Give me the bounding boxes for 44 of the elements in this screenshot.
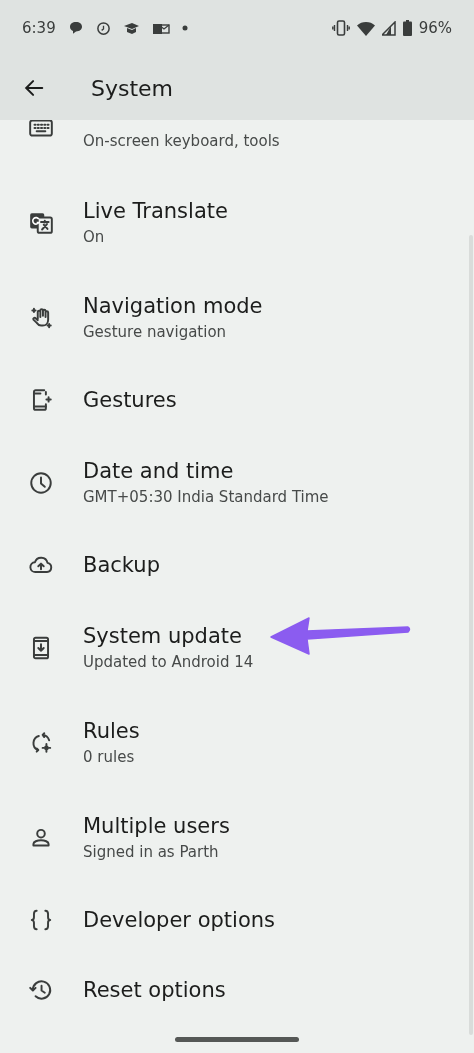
item-title: System update (83, 624, 243, 648)
clock-icon (95, 20, 111, 36)
graduation-cap-icon (122, 20, 140, 36)
item-subtitle: 0 rules (83, 748, 136, 766)
item-title: Multiple users (83, 814, 230, 838)
item-title: Reset options (83, 978, 226, 1002)
settings-item[interactable]: Multiple users Signed in as Parth (0, 790, 474, 885)
clock-time: 6:39 (22, 19, 56, 37)
item-subtitle: GMT+05:30 India Standard Time (83, 488, 329, 506)
vibrate-icon (331, 20, 350, 36)
item-subtitle: On-screen keyboard, tools (83, 132, 280, 150)
battery-icon (402, 20, 412, 36)
home-indicator[interactable] (175, 1037, 299, 1042)
item-title: Live Translate (83, 199, 228, 223)
dot-icon (181, 25, 188, 31)
history-icon (28, 977, 54, 1003)
item-title: Developer options (83, 908, 276, 932)
item-title: Rules (83, 719, 140, 743)
battery-percent: 96% (418, 19, 452, 37)
back-arrow-icon (23, 77, 45, 99)
item-subtitle: Gesture navigation (83, 323, 228, 341)
clock-icon (28, 469, 54, 496)
chat-bubble-icon (67, 20, 84, 36)
settings-item[interactable]: System update Updated to Android 14 (0, 600, 474, 695)
settings-item[interactable]: Rules 0 rules (0, 695, 474, 790)
settings-item[interactable]: Navigation mode Gesture navigation (0, 270, 474, 365)
item-title: Date and time (83, 459, 235, 483)
item-title: Backup (83, 553, 160, 577)
settings-item[interactable]: Backup (0, 530, 474, 600)
item-title: Navigation mode (83, 294, 263, 318)
settings-item[interactable]: On-screen keyboard, tools (0, 120, 474, 175)
wifi-icon (356, 20, 375, 36)
settings-item[interactable]: Developer options (0, 885, 474, 955)
settings-item[interactable]: Date and time GMT+05:30 India Standard Time (0, 435, 474, 530)
item-subtitle: On (83, 228, 106, 246)
item-subtitle: Signed in as Parth (83, 843, 220, 861)
item-subtitle: Updated to Android 14 (83, 653, 254, 671)
screen-title: System (91, 75, 174, 101)
braces-icon (28, 907, 54, 933)
signal-icon (381, 20, 396, 36)
settings-item[interactable]: Gestures (0, 365, 474, 435)
settings-item[interactable]: Reset options (0, 955, 474, 1025)
settings-item[interactable]: Live Translate On (0, 175, 474, 270)
item-title: Gestures (83, 388, 177, 412)
